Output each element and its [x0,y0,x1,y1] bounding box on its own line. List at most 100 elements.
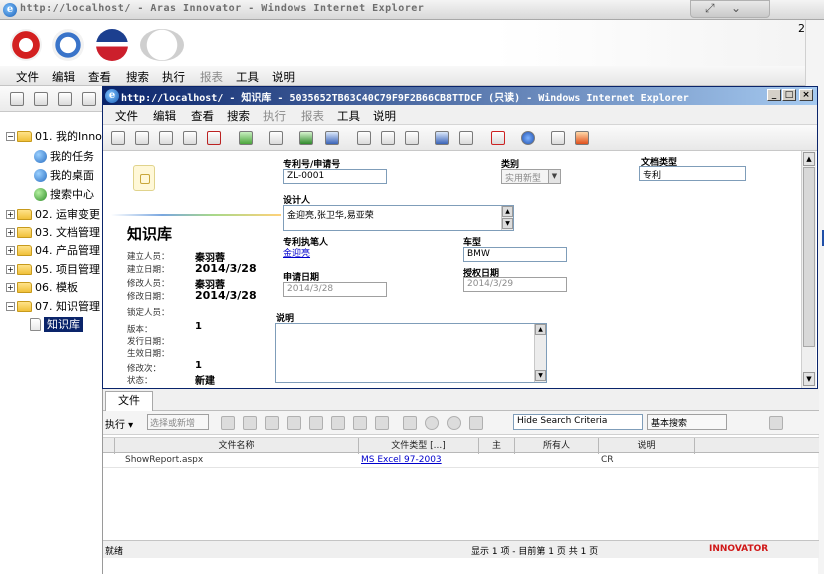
tree-item-my-desktop[interactable]: 我的桌面 [34,167,94,185]
collapse-icon[interactable]: − [6,301,15,311]
scroll-down-icon[interactable]: ▼ [502,218,513,229]
open-icon[interactable] [34,92,48,106]
expand-icon[interactable]: + [6,264,15,274]
designers-field[interactable]: 金迎亮,张卫华,易亚荣 ▲ ▼ [283,205,514,231]
new-icon[interactable] [10,92,24,106]
table-row[interactable]: ShowReport.aspx MS Excel 97-2003 CR [103,453,819,468]
col-header-description[interactable]: 说明 [599,438,695,454]
new-icon[interactable] [111,131,125,145]
chevron-down-icon[interactable]: ▼ [548,170,560,183]
dialog-scrollbar[interactable]: ▲ ▼ [801,151,816,388]
open-icon[interactable] [135,131,149,145]
unlock-icon[interactable] [381,131,395,145]
tree-item-knowledge-management[interactable]: −07. 知识管理 [6,298,100,316]
tree-item-my-tasks[interactable]: 我的任务 [34,148,94,166]
scroll-down-icon[interactable]: ▼ [803,372,815,386]
export-icon[interactable] [469,416,483,430]
unlock-relationship-icon[interactable] [375,416,389,430]
search-icon[interactable] [425,416,439,430]
new-relationship-icon[interactable] [221,416,235,430]
report-icon[interactable] [491,131,505,145]
restore-icon[interactable]: ⤢ [705,1,715,16]
col-header-file-type[interactable]: 文件类型 [...] [359,438,479,454]
help-icon[interactable] [521,131,535,145]
scroll-up-icon[interactable]: ▲ [803,152,815,166]
tree-item-my-innovator[interactable]: −01. 我的Innovator [6,128,103,146]
maximize-icon[interactable]: □ [782,89,796,101]
cell-file-type[interactable]: MS Excel 97-2003 [361,453,477,467]
grant-date-field[interactable]: 2014/3/29 [463,277,567,292]
search-icon[interactable] [447,416,461,430]
dialog-menu-report[interactable]: 报表 [301,108,324,124]
close-icon[interactable]: × [799,89,813,101]
print-icon[interactable] [269,131,283,145]
search-mode-select[interactable]: Hide Search Criteria [513,414,643,430]
lock-relationship-icon[interactable] [353,416,367,430]
main-menu-report[interactable]: 报表 [200,69,223,85]
scroll-thumb[interactable] [803,167,815,347]
delete-relationship-icon[interactable] [331,416,345,430]
minimize-icon[interactable]: _ [767,89,781,101]
undo-icon[interactable] [405,131,419,145]
replace-icon[interactable] [309,416,323,430]
description-field[interactable]: ▲ ▼ [275,323,547,383]
where-used-icon[interactable] [459,131,473,145]
options-icon[interactable] [769,416,783,430]
main-menu-execute[interactable]: 执行 [162,69,185,85]
tree-item-knowledge-base[interactable]: 知识库 [30,316,83,334]
category-select[interactable]: 实用新型 ▼ [501,169,561,184]
expand-icon[interactable]: + [6,282,15,292]
save-icon[interactable] [82,92,96,106]
tab-files[interactable]: 文件 [105,391,153,411]
patent-no-field[interactable]: ZL-0001 [283,169,387,184]
arrow-icon[interactable] [403,416,417,430]
col-header-primary[interactable]: 主 [479,438,515,454]
description-scrollbar[interactable]: ▲ ▼ [534,324,546,382]
col-header-owner[interactable]: 所有人 [515,438,599,454]
delete-icon[interactable] [207,131,221,145]
promote-icon[interactable] [435,131,449,145]
dialog-menu-execute[interactable]: 执行 [263,108,286,124]
car-model-field[interactable]: BMW [463,247,567,262]
window-controls[interactable]: ⤢ ⌄ [690,0,770,18]
scroll-up-icon[interactable]: ▲ [535,324,546,335]
patent-exec-link[interactable]: 金迎亮 [283,246,310,259]
pick-or-create-select[interactable]: 选择或新增 [147,414,209,430]
attach-icon[interactable] [551,131,565,145]
copy-icon[interactable] [265,416,279,430]
dialog-menu-edit[interactable]: 编辑 [153,108,176,124]
refresh-icon[interactable] [239,131,253,145]
col-header-file-name[interactable]: 文件名称 [115,438,359,454]
main-menu-view[interactable]: 查看 [88,69,111,85]
designers-scrollbar[interactable]: ▲ ▼ [501,206,513,230]
save-icon[interactable] [183,131,197,145]
tree-item-product-management[interactable]: +04. 产品管理 [6,242,100,260]
dialog-menu-tools[interactable]: 工具 [337,108,360,124]
apply-date-field[interactable]: 2014/3/28 [283,282,387,297]
main-menu-file[interactable]: 文件 [16,69,39,85]
execute-menu[interactable]: 执行 ▾ [105,416,133,431]
paste-icon[interactable] [287,416,301,430]
main-menu-search[interactable]: 搜索 [126,69,149,85]
expand-icon[interactable]: + [6,227,15,237]
search-type-select[interactable]: 基本搜索 [647,414,727,430]
tree-item-doc-management[interactable]: +03. 文档管理 [6,224,100,242]
exit-icon[interactable] [575,131,589,145]
main-menu-help[interactable]: 说明 [272,69,295,85]
tree-item-templates[interactable]: +06. 模板 [6,279,78,297]
dialog-menu-file[interactable]: 文件 [115,108,138,124]
word-export-icon[interactable] [325,131,339,145]
tree-item-search-center[interactable]: 搜索中心 [34,186,94,204]
tree-item-change-review[interactable]: +02. 运审变更 [6,206,100,224]
chevron-down-icon[interactable]: ⌄ [731,1,741,15]
excel-export-icon[interactable] [299,131,313,145]
expand-icon[interactable]: + [6,245,15,255]
open-relationship-icon[interactable] [243,416,257,430]
collapse-icon[interactable]: − [6,131,15,141]
main-menu-edit[interactable]: 编辑 [52,69,75,85]
main-menu-tools[interactable]: 工具 [236,69,259,85]
dialog-menu-view[interactable]: 查看 [191,108,214,124]
scroll-up-icon[interactable]: ▲ [502,206,513,217]
doc-type-field[interactable]: 专利 [639,166,746,181]
tree-item-project-management[interactable]: +05. 项目管理 [6,261,100,279]
